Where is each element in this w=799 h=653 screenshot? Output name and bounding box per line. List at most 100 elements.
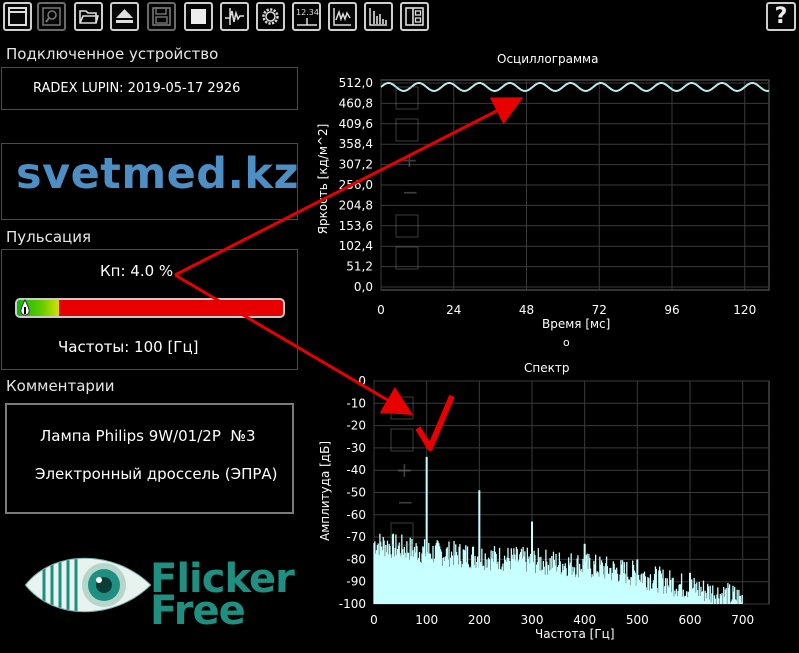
y-tick-label: 102,4 [339,239,373,253]
comment-line-2: Электронный дроссель (ЭПРА) [35,465,278,483]
spectrum-marker: o [563,336,570,349]
eject-icon [116,9,133,23]
numeric-display-label: 12.34 [296,8,319,17]
y-tick-label: 204,8 [339,198,373,212]
spectrum-title: Спектр [524,361,570,375]
search-button[interactable] [37,2,66,31]
x-tick-label: 72 [592,303,607,317]
pulsation-level-bar [15,298,285,318]
y-tick-label: 256,0 [339,178,373,192]
window-button[interactable] [3,2,32,31]
y-tick-label: 153,6 [339,219,373,233]
pulsation-level-red [59,300,283,316]
tool-autoscale-icon[interactable] [390,428,414,452]
logo-word-free: Free [150,588,246,634]
waveform-trigger-icon [225,8,244,25]
level-marker-icon [20,298,30,316]
y-tick-label: -60 [346,508,366,522]
oscilloscope-icon [333,8,351,26]
spectrum-icon [369,8,387,26]
spectrum-frame [373,380,770,605]
tool-zoom-reset-icon[interactable] [395,86,419,110]
trigger-button[interactable] [220,2,249,31]
y-tick-label: 512,0 [339,76,373,90]
spectrum-button[interactable] [364,2,393,31]
floppy-save-icon [152,7,171,26]
x-tick-label: 700 [731,613,754,627]
y-tick-label: -80 [346,552,366,566]
open-button[interactable] [74,2,103,31]
y-tick-label: 0,0 [354,280,373,294]
folder-open-icon [79,10,99,24]
comments-section-title: Комментарии [6,377,115,395]
device-name: RADEX LUPIN: 2019-05-17 2926 [33,81,241,96]
y-tick-label: -100 [339,597,366,611]
save-button[interactable] [147,2,176,31]
eye-logo-icon [24,557,152,613]
x-tick-label: 96 [664,303,679,317]
fit-horizontal-icon[interactable] [390,522,414,546]
oscillogram-ylabel: Яркость [кд/м^2] [316,123,330,235]
settings-button[interactable] [256,2,285,31]
waveform-line [380,82,770,93]
eject-button[interactable] [110,2,139,31]
y-tick-label: -70 [346,530,366,544]
y-tick-label: -90 [346,575,366,589]
layout-panels-icon [405,7,424,26]
x-tick-label: 300 [521,613,544,627]
tool-zoom-reset-icon[interactable] [390,396,414,420]
device-section-title: Подключенное устройство [6,45,219,63]
x-tick-label: 400 [573,613,596,627]
y-tick-label: -50 [346,486,366,500]
x-tick-label: 0 [377,303,385,317]
zoom-in-icon[interactable]: + [401,148,418,172]
y-tick-label: 409,6 [339,117,373,131]
zoom-in-icon[interactable]: + [396,458,413,482]
spectrum-tools: + − [390,396,414,546]
x-tick-label: 100 [415,613,438,627]
zoom-out-icon[interactable]: − [397,490,414,514]
x-tick-label: 0 [370,613,378,627]
help-button[interactable]: ? [766,2,796,31]
oscillogram-tools: + − [395,86,419,270]
y-tick-label: -20 [346,419,366,433]
x-tick-label: 500 [626,613,649,627]
x-tick-label: 120 [733,303,756,317]
zoom-out-icon[interactable]: − [402,180,419,204]
fit-vertical-icon[interactable] [395,246,419,270]
oscilloscope-button[interactable] [328,2,357,31]
oscillogram-xlabel: Время [мс] [542,317,611,331]
checkmark-icon [415,394,455,451]
help-icon: ? [774,3,788,29]
oscillogram-frame [380,79,770,291]
fit-horizontal-icon[interactable] [395,214,419,238]
stop-square-icon [191,9,206,24]
magnifier-icon [42,7,61,26]
tool-autoscale-icon[interactable] [395,118,419,142]
y-tick-label: 460,8 [339,96,373,110]
kp-value: Кп: 4.0 % [100,262,174,280]
spectrum-ylabel: Амплитуда [дБ] [318,440,332,542]
toolbar: 12.34 ? [0,0,799,36]
pulsation-section-title: Пульсация [6,228,92,246]
y-tick-label: 358,4 [339,137,373,151]
comments-box[interactable] [5,403,294,514]
frequency-value: Частоты: 100 [Гц] [58,338,199,356]
y-tick-label: 307,2 [339,158,373,172]
brand-watermark: svetmed.kz [16,149,300,199]
layout-button[interactable] [400,2,429,31]
window-icon [8,7,27,26]
oscillogram-title: Осциллограмма [497,52,599,66]
x-tick-label: 48 [519,303,534,317]
numeric-display-button[interactable]: 12.34 [292,2,321,31]
x-tick-label: 24 [446,303,461,317]
x-tick-label: 200 [468,613,491,627]
y-tick-label: -40 [346,463,366,477]
spectrum-xlabel: Частота [Гц] [535,627,615,641]
stop-button[interactable] [184,2,213,31]
x-tick-label: 600 [679,613,702,627]
y-tick-label: 0 [358,374,366,388]
y-tick-label: 51,2 [346,260,373,274]
numeric-display-icon: 12.34 [296,8,319,26]
comment-line-1: Лампа Philips 9W/01/2P №3 [40,427,256,445]
